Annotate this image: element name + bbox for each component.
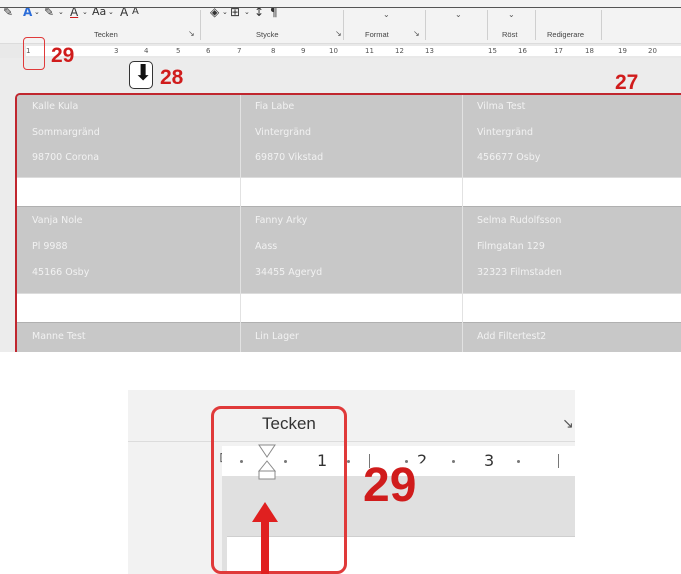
ruler-label: 17 <box>554 47 563 55</box>
chevron-down-icon[interactable]: ⌄ <box>383 10 390 19</box>
label-street[interactable]: Sommargränd <box>32 127 100 138</box>
spacer-row <box>17 293 681 323</box>
group-label-rost: Röst <box>502 30 518 39</box>
callout-29: 29 <box>51 44 75 67</box>
label-name[interactable]: Kalle Kula <box>32 101 78 112</box>
chevron-down-icon[interactable]: ⌄ <box>508 10 515 19</box>
group-label-redigerare: Redigerare <box>547 30 585 39</box>
up-arrow-icon <box>252 502 278 522</box>
label-city[interactable]: 45166 Osby <box>32 267 89 278</box>
ruler-tick <box>347 460 350 463</box>
zoomed-ruler-screenshot: Tecken ↘ ⊞ 1 2 3 29 <box>128 390 575 574</box>
word-screenshot: ✎ A ⌄ ✎ ⌄ A ⌄ Aa ⌄ A A ◈ ⌄ ⊞ ⌄ ↕ ¶ Tecke… <box>0 0 681 352</box>
label-street[interactable]: Pl 9988 <box>32 241 68 252</box>
dialog-launcher-icon[interactable]: ↘ <box>413 29 420 38</box>
label-name[interactable]: Fia Labe <box>255 101 294 112</box>
group-label-tecken: Tecken <box>94 30 118 39</box>
dialog-launcher-icon[interactable]: ↘ <box>188 29 195 38</box>
spacer-row <box>17 177 681 207</box>
label-row <box>17 323 681 352</box>
label-city[interactable]: 456677 Osby <box>477 152 540 163</box>
label-street[interactable]: Aass <box>255 241 277 252</box>
ribbon-divider <box>128 441 575 442</box>
column-divider <box>462 95 463 352</box>
label-table: Kalle Kula Sommargränd 98700 Corona Fia … <box>15 93 681 352</box>
ruler-label: 8 <box>271 47 276 55</box>
ruler-tick <box>517 460 520 463</box>
label-name[interactable]: Vilma Test <box>477 101 525 112</box>
label-street[interactable]: Vintergränd <box>477 127 533 138</box>
ruler-label: 4 <box>144 47 149 55</box>
dialog-launcher-icon[interactable]: ↘ <box>562 416 574 432</box>
ribbon-separator <box>425 10 426 40</box>
ruler-label: 18 <box>585 47 594 55</box>
ribbon-separator <box>535 10 536 40</box>
ruler-label: 19 <box>618 47 627 55</box>
ruler-label: 3 <box>484 451 495 470</box>
label-city[interactable]: 98700 Corona <box>32 152 99 163</box>
label-name[interactable]: Vanja Nole <box>32 215 83 226</box>
label-city[interactable]: 69870 Vikstad <box>255 152 323 163</box>
ribbon-separator <box>601 10 602 40</box>
label-name[interactable]: Manne Test <box>32 331 86 342</box>
label-row <box>17 95 681 177</box>
ruler-label: 16 <box>518 47 527 55</box>
ruler-label: 20 <box>648 47 657 55</box>
ruler-label: 11 <box>365 47 374 55</box>
ruler-track: 1 3 4 5 6 7 8 9 10 11 12 13 15 16 17 18 … <box>26 46 681 56</box>
window-edge <box>0 7 681 8</box>
label-name[interactable]: Selma Rudolfsson <box>477 215 561 226</box>
ruler-label: 6 <box>206 47 211 55</box>
indent-marker-highlight <box>211 406 347 574</box>
label-row <box>17 207 681 293</box>
ribbon-separator <box>200 10 201 40</box>
chevron-down-icon[interactable]: ⌄ <box>455 10 462 19</box>
up-arrow-shaft <box>261 520 269 574</box>
callout-29: 29 <box>363 459 417 512</box>
group-label-stycke: Stycke <box>256 30 279 39</box>
ruler-label: 7 <box>237 47 242 55</box>
down-arrow-icon: ⬇ <box>134 61 153 86</box>
horizontal-ruler[interactable]: 1 3 4 5 6 7 8 9 10 11 12 13 15 16 17 18 … <box>0 44 681 58</box>
ruler-tick <box>452 460 455 463</box>
ruler-tick <box>558 454 559 468</box>
ruler-label: 3 <box>114 47 119 55</box>
column-divider <box>240 95 241 352</box>
ruler-label: 10 <box>329 47 338 55</box>
label-name[interactable]: Fanny Arky <box>255 215 307 226</box>
label-street[interactable]: Filmgatan 129 <box>477 241 545 252</box>
label-name[interactable]: Add Filtertest2 <box>477 331 546 342</box>
group-label-format: Format <box>365 30 389 39</box>
ruler-label: 12 <box>395 47 404 55</box>
callout-28: 28 <box>160 66 184 89</box>
label-street[interactable]: Vintergränd <box>255 127 311 138</box>
label-city[interactable]: 32323 Filmstaden <box>477 267 562 278</box>
indent-marker-highlight <box>23 37 45 70</box>
ruler-label: 2 <box>417 451 428 470</box>
dialog-launcher-icon[interactable]: ↘ <box>335 29 342 38</box>
ribbon-separator <box>343 10 344 40</box>
ruler-label: 13 <box>425 47 434 55</box>
label-city[interactable]: 34455 Ageryd <box>255 267 322 278</box>
ruler-label: 5 <box>176 47 181 55</box>
callout-27: 27 <box>615 71 639 94</box>
ribbon-separator <box>487 10 488 40</box>
ruler-label: 9 <box>301 47 306 55</box>
ruler-label: 15 <box>488 47 497 55</box>
label-name[interactable]: Lin Lager <box>255 331 299 342</box>
